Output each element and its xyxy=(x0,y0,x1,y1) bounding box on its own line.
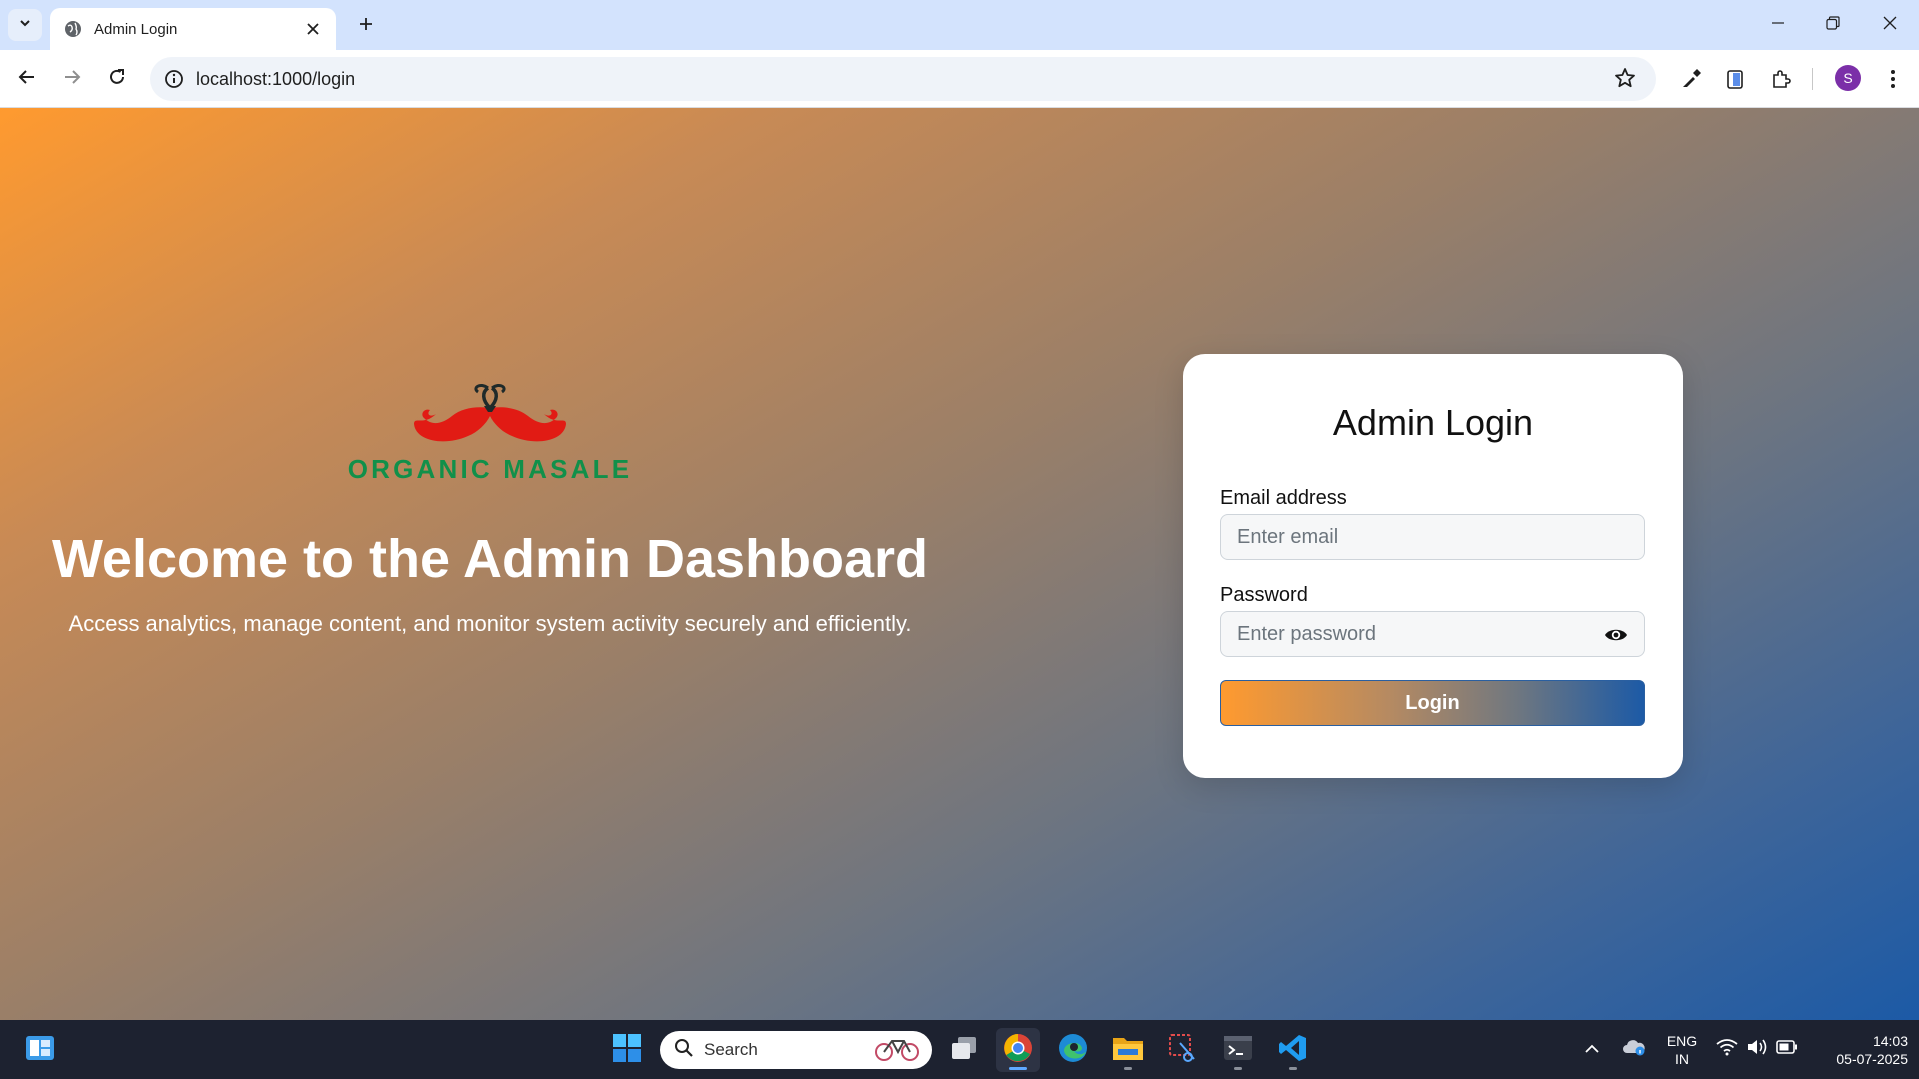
show-hidden-icons-button[interactable] xyxy=(1580,1020,1604,1079)
back-button[interactable] xyxy=(11,63,43,95)
running-indicator xyxy=(1124,1067,1132,1070)
toolbar-divider xyxy=(1812,68,1813,90)
login-page: ORGANIC MASALE Welcome to the Admin Dash… xyxy=(0,108,1919,1020)
brand-name: ORGANIC MASALE xyxy=(347,454,633,484)
terminal-icon xyxy=(1223,1035,1253,1066)
reload-icon xyxy=(108,68,126,91)
wifi-icon xyxy=(1716,1038,1738,1061)
reload-button[interactable] xyxy=(101,63,133,95)
taskbar-chrome[interactable] xyxy=(996,1028,1040,1072)
login-button[interactable]: Login xyxy=(1220,680,1645,726)
language-code: ENG xyxy=(1666,1032,1698,1049)
taskbar-vscode[interactable] xyxy=(1271,1028,1315,1072)
battery-tray[interactable] xyxy=(1774,1020,1800,1079)
tab-title: Admin Login xyxy=(94,20,178,38)
taskbar-terminal[interactable] xyxy=(1216,1028,1260,1072)
arrow-right-icon xyxy=(63,68,81,91)
organic-masale-logo: ORGANIC MASALE xyxy=(330,378,650,490)
site-info-icon[interactable] xyxy=(164,69,184,89)
widgets-icon xyxy=(25,1035,55,1066)
chili-mustache-logo-icon xyxy=(414,384,566,442)
welcome-subtitle: Access analytics, manage content, and mo… xyxy=(68,611,912,636)
running-indicator xyxy=(1289,1067,1297,1070)
folder-icon xyxy=(1112,1034,1144,1067)
browser-tab[interactable]: Admin Login xyxy=(50,8,336,50)
clock-date: 05-07-2025 xyxy=(1836,1050,1908,1067)
minimize-button[interactable] xyxy=(1750,0,1806,50)
wifi-tray[interactable] xyxy=(1714,1020,1740,1079)
start-button[interactable] xyxy=(605,1028,649,1072)
volume-tray[interactable] xyxy=(1744,1020,1770,1079)
reading-list-icon[interactable] xyxy=(1722,66,1748,92)
taskbar-edge[interactable] xyxy=(1051,1028,1095,1072)
eyedropper-icon[interactable] xyxy=(1678,66,1704,92)
windows-taskbar: Search ENG IN 14:03 05-07-2025 xyxy=(0,1020,1919,1079)
active-indicator xyxy=(1009,1067,1027,1070)
language-indicator[interactable]: ENG IN xyxy=(1660,1020,1704,1079)
welcome-heading: Welcome to the Admin Dashboard xyxy=(51,529,929,589)
close-tab-icon[interactable] xyxy=(302,18,324,40)
browser-tab-strip: Admin Login xyxy=(0,0,1919,50)
arrow-left-icon xyxy=(18,68,36,91)
new-tab-button[interactable] xyxy=(352,12,380,40)
more-menu-icon[interactable] xyxy=(1880,66,1906,92)
globe-icon xyxy=(64,20,82,38)
plus-icon xyxy=(358,16,374,37)
tab-search-button[interactable] xyxy=(8,9,42,41)
restore-button[interactable] xyxy=(1805,0,1861,50)
chevron-up-icon xyxy=(1585,1041,1599,1059)
search-icon xyxy=(674,1038,694,1063)
running-indicator xyxy=(1234,1067,1242,1070)
chevron-down-icon xyxy=(18,16,32,35)
widgets-button[interactable] xyxy=(18,1028,62,1072)
email-input[interactable] xyxy=(1220,514,1645,560)
snipping-tool-icon xyxy=(1168,1033,1198,1068)
clock[interactable]: 14:03 05-07-2025 xyxy=(1812,1020,1908,1079)
restore-icon xyxy=(1826,15,1840,35)
taskbar-search-placeholder: Search xyxy=(704,1040,758,1059)
battery-icon xyxy=(1776,1040,1798,1059)
minimize-icon xyxy=(1771,16,1785,35)
address-bar[interactable]: localhost:1000/login xyxy=(150,57,1656,101)
cloud-info-icon xyxy=(1622,1038,1646,1061)
browser-toolbar: localhost:1000/login xyxy=(0,50,1919,108)
url-text[interactable]: localhost:1000/login xyxy=(196,69,1614,90)
onedrive-tray[interactable] xyxy=(1620,1020,1648,1079)
show-password-eye-icon[interactable] xyxy=(1603,622,1629,648)
password-label: Password xyxy=(1220,584,1308,606)
forward-button[interactable] xyxy=(56,63,88,95)
chrome-icon xyxy=(1003,1033,1033,1068)
password-input[interactable] xyxy=(1220,611,1645,657)
login-card: Admin Login Email address Password Login xyxy=(1183,354,1683,778)
task-view-icon xyxy=(950,1036,978,1065)
region-code: IN xyxy=(1675,1050,1689,1067)
task-view-button[interactable] xyxy=(942,1028,986,1072)
windows-logo-icon xyxy=(612,1033,642,1068)
email-label: Email address xyxy=(1220,487,1347,509)
profile-avatar[interactable]: S xyxy=(1835,65,1861,91)
speaker-icon xyxy=(1746,1038,1768,1061)
taskbar-file-explorer[interactable] xyxy=(1106,1028,1150,1072)
bicycle-icon xyxy=(874,1035,920,1066)
extensions-puzzle-icon[interactable] xyxy=(1768,66,1794,92)
taskbar-search-box[interactable]: Search xyxy=(660,1031,932,1069)
edge-icon xyxy=(1058,1033,1088,1068)
clock-time: 14:03 xyxy=(1872,1032,1908,1049)
login-card-title: Admin Login xyxy=(1332,402,1534,443)
close-window-button[interactable] xyxy=(1862,0,1918,50)
taskbar-snipping-tool[interactable] xyxy=(1161,1028,1205,1072)
close-icon xyxy=(1883,16,1897,35)
vscode-icon xyxy=(1278,1033,1308,1068)
bookmark-star-icon[interactable] xyxy=(1614,67,1638,91)
